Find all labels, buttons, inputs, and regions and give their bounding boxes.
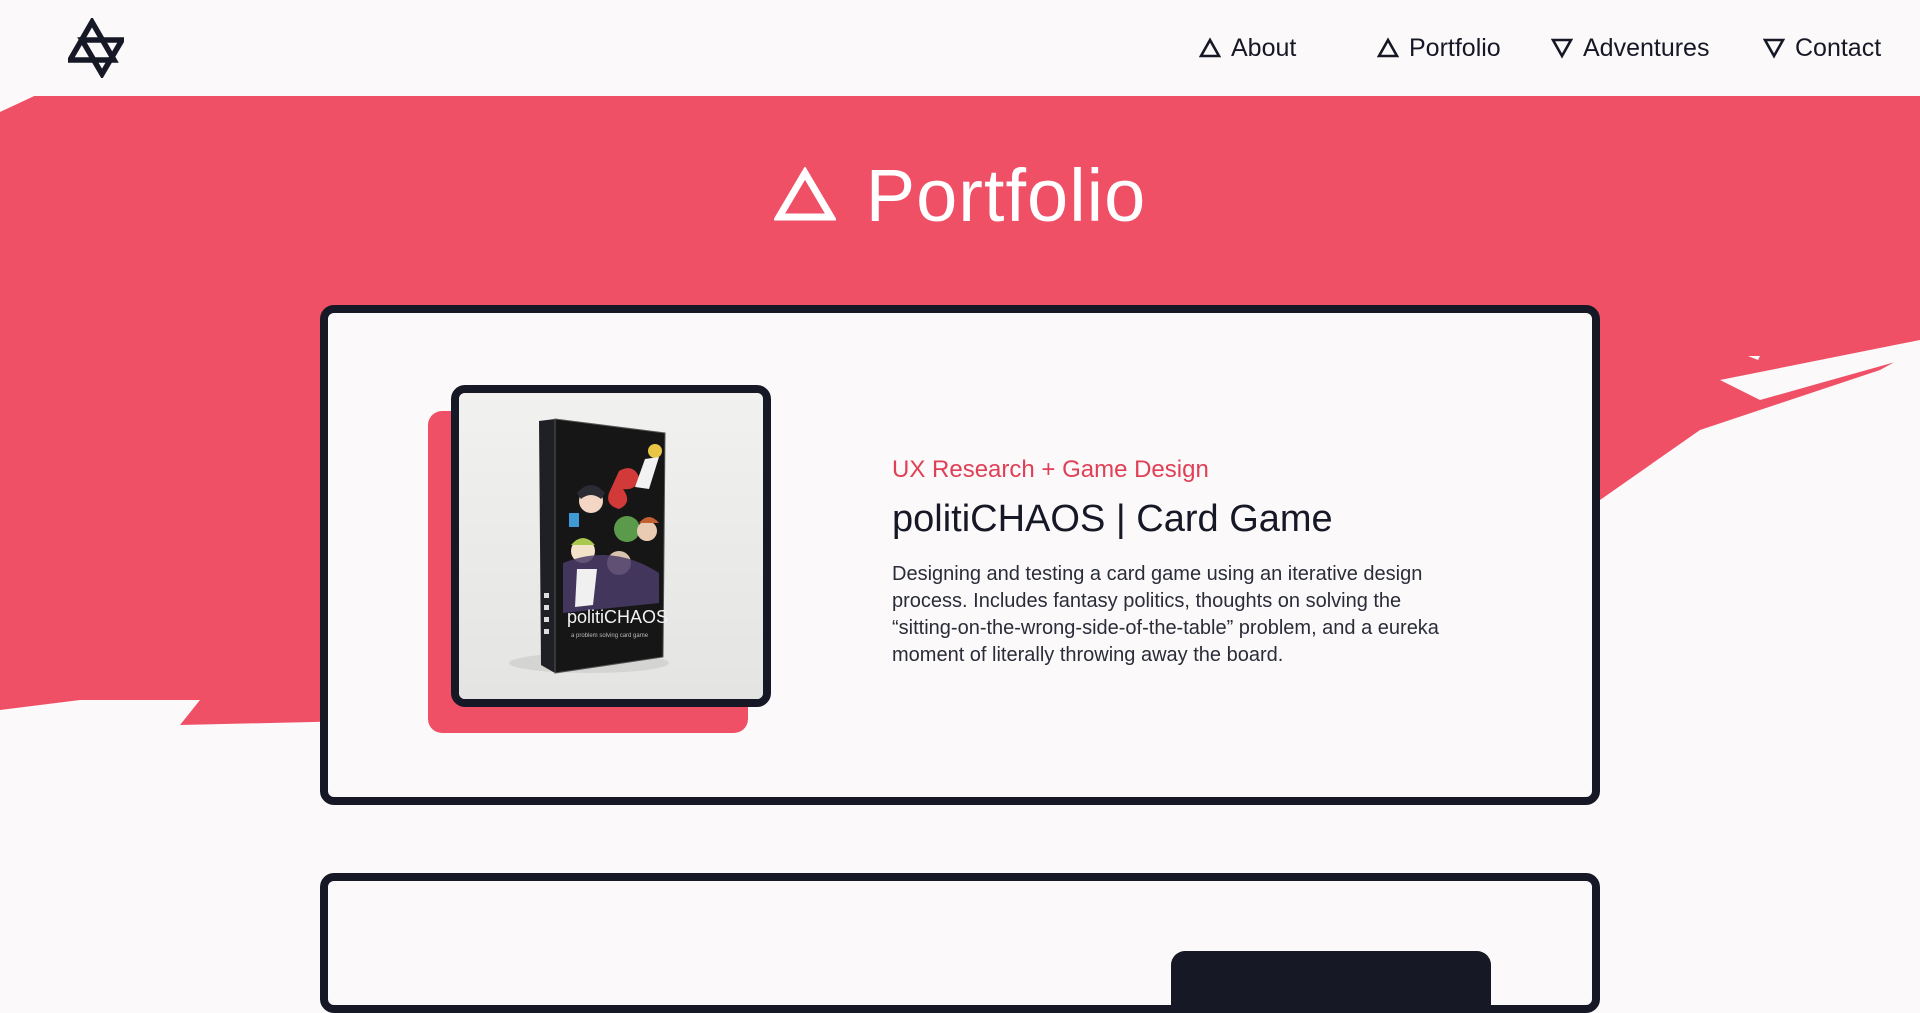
nav-portfolio[interactable]: Portfolio	[1377, 30, 1501, 66]
card-box-image: politiCHAOS a problem solving card game	[459, 393, 763, 699]
nav-contact-label: Contact	[1795, 33, 1882, 62]
nav-portfolio-label: Portfolio	[1409, 33, 1501, 62]
triangle-up-icon	[1377, 37, 1399, 58]
project-card[interactable]	[320, 873, 1600, 1013]
nav-about-label: About	[1231, 33, 1297, 62]
triangle-down-icon	[1763, 38, 1785, 59]
project-card[interactable]: politiCHAOS a problem solving card game …	[320, 305, 1600, 805]
site-header: About Portfolio Adventures Contact	[0, 0, 1920, 96]
triangle-down-icon	[1551, 38, 1573, 59]
project-thumbnail[interactable]	[1171, 951, 1491, 1011]
nav-about[interactable]: About	[1199, 30, 1296, 66]
logo-icon[interactable]	[68, 18, 124, 78]
page-title: Portfolio	[865, 153, 1147, 237]
project-category: UX Research + Game Design	[892, 456, 1209, 483]
triangle-up-icon	[1199, 37, 1221, 58]
project-description: Designing and testing a card game using …	[892, 563, 1439, 666]
project-title[interactable]: politiCHAOS | Card Game	[892, 498, 1333, 541]
box-tagline-text: a problem solving card game	[571, 633, 649, 639]
project-thumbnail[interactable]: politiCHAOS a problem solving card game	[451, 385, 771, 707]
nav-adventures-label: Adventures	[1583, 33, 1710, 62]
page-heading: Portfolio	[0, 150, 1920, 240]
nav-contact[interactable]: Contact	[1763, 30, 1881, 66]
triangle-up-icon	[773, 167, 836, 221]
box-title-text: politiCHAOS	[567, 607, 668, 627]
nav-adventures[interactable]: Adventures	[1551, 30, 1709, 66]
